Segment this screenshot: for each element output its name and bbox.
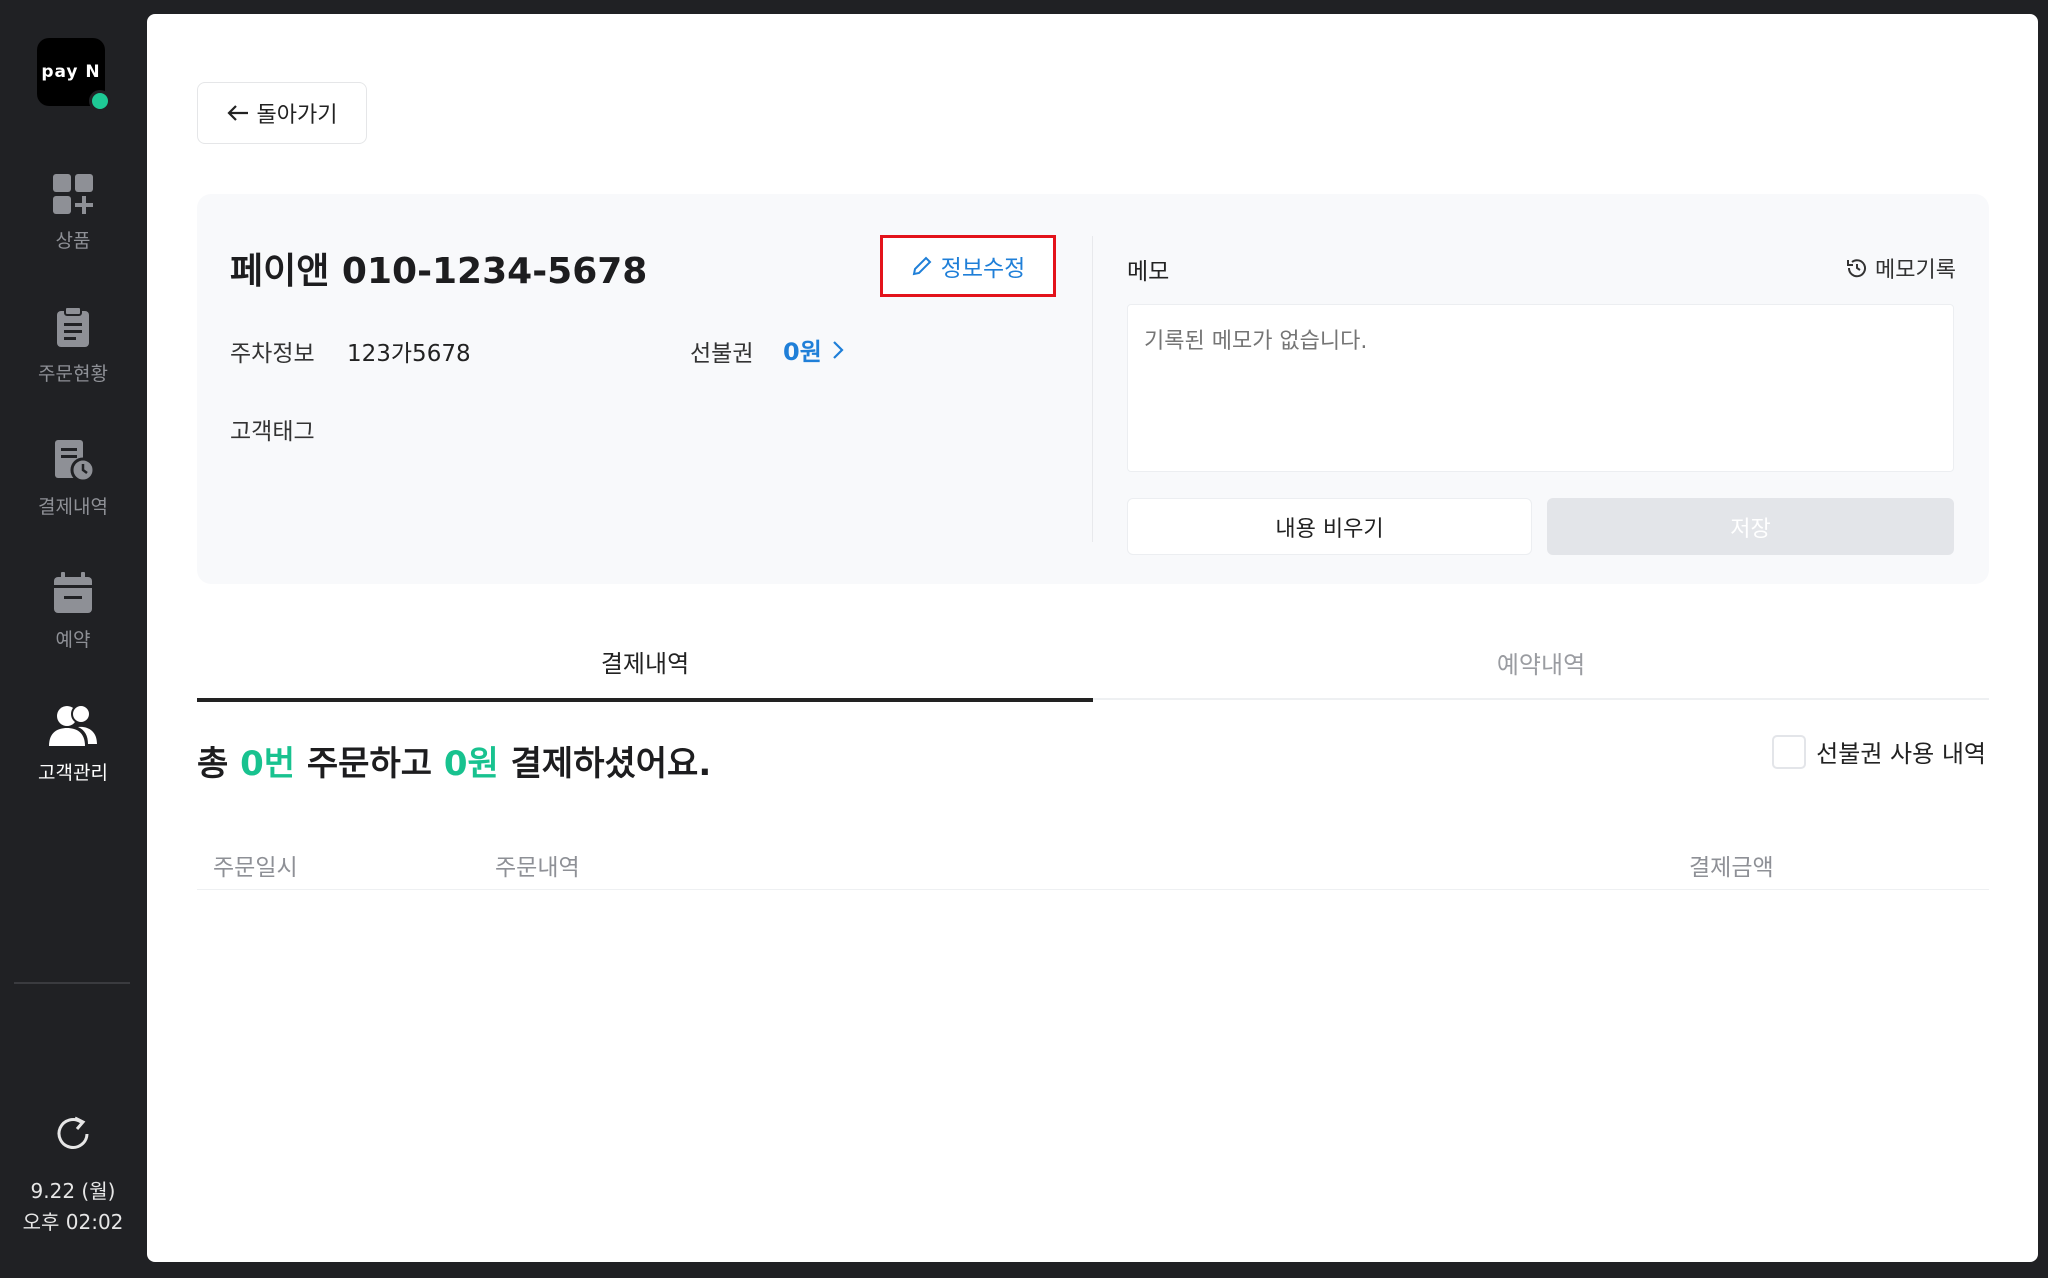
summary-total-amount: 0원 [443,744,499,784]
save-memo-button[interactable]: 저장 [1547,498,1954,555]
summary-suffix: 결제하셨어요. [498,744,712,784]
receipt-clock-icon [55,440,95,482]
sidebar-item-label: 주문현황 [38,363,108,385]
memo-history-button[interactable]: 메모기록 [1845,252,1956,284]
customer-info-card: 페이앤 010-1234-5678 정보수정 주차정보 123가5678 선불권… [197,194,1989,584]
app-logo[interactable]: pay N [37,38,111,112]
sidebar-divider [14,982,130,984]
sidebar-item-products[interactable]: 상품 [0,172,146,253]
current-datetime: 9.22 (월) 오후 02:02 [0,1176,146,1238]
current-time: 오후 02:02 [22,1210,124,1234]
summary-prefix: 총 [197,744,241,784]
sidebar-item-label: 고객관리 [38,762,108,784]
prepaid-usage-label: 선불권 사용 내역 [1816,740,1986,768]
sidebar-item-orders[interactable]: 주문현황 [0,305,146,386]
customer-phone: 010-1234-5678 [341,251,648,292]
clear-memo-button[interactable]: 내용 비우기 [1127,498,1532,555]
summary-middle: 주문하고 [295,744,444,784]
clipboard-icon [57,306,89,347]
prepaid-value: 0원 [783,338,822,366]
customer-tag-label: 고객태그 [230,419,315,445]
column-payment-amount: 결제금액 [1689,855,1774,881]
parking-info-value: 123가5678 [347,341,471,367]
logo-text: pay N [41,62,101,82]
sidebar-item-customers[interactable]: 고객관리 [0,704,146,785]
users-icon [49,704,97,746]
back-button[interactable]: 돌아가기 [197,82,367,144]
online-status-dot [89,90,111,112]
summary-order-count: 0번 [240,744,296,784]
tab-payment-history[interactable]: 결제내역 [197,624,1093,702]
product-grid-icon [53,174,93,214]
sidebar: pay N 상품 주문현황 결제내역 예약 고객관리 9.22 (월) 오후 0… [0,0,146,1278]
prepaid-usage-filter[interactable]: 선불권 사용 내역 [1772,734,1986,769]
back-button-label: 돌아가기 [256,103,338,128]
tab-reservation-history[interactable]: 예약내역 [1093,624,1989,700]
arrow-left-icon [226,105,248,121]
pencil-icon [912,256,932,276]
sidebar-item-label: 결제내역 [38,496,108,518]
current-date: 9.22 (월) [30,1179,116,1203]
sidebar-item-reservations[interactable]: 예약 [0,571,146,652]
memo-textarea[interactable] [1127,304,1954,472]
memo-history-label: 메모기록 [1875,258,1956,283]
sidebar-item-payments[interactable]: 결제내역 [0,438,146,519]
parking-info-label: 주차정보 [230,341,315,367]
edit-info-button[interactable]: 정보수정 [880,235,1056,297]
chevron-right-icon [833,340,844,359]
prepaid-label: 선불권 [690,341,754,367]
prepaid-usage-checkbox[interactable] [1772,734,1807,769]
main-panel: 돌아가기 페이앤 010-1234-5678 정보수정 주차정보 123가567… [147,14,2038,1262]
refresh-icon[interactable] [51,1112,95,1156]
column-order-date: 주문일시 [213,855,298,881]
history-tabs: 결제내역 예약내역 [197,624,1989,702]
memo-title: 메모 [1127,259,1170,285]
order-summary: 총 0번 주문하고 0원 결제하셨어요. [197,736,711,785]
customer-title: 페이앤 010-1234-5678 [230,242,647,294]
calendar-icon [54,572,92,613]
card-divider [1092,236,1093,542]
sidebar-item-label: 상품 [55,230,91,252]
prepaid-balance-link[interactable]: 0원 [783,332,844,367]
sidebar-item-label: 예약 [55,629,91,651]
order-table-header: 주문일시 주문내역 결제금액 [197,840,1989,890]
customer-name: 페이앤 [230,251,330,292]
edit-info-label: 정보수정 [940,256,1026,282]
history-icon [1847,259,1867,278]
column-order-details: 주문내역 [495,855,580,881]
